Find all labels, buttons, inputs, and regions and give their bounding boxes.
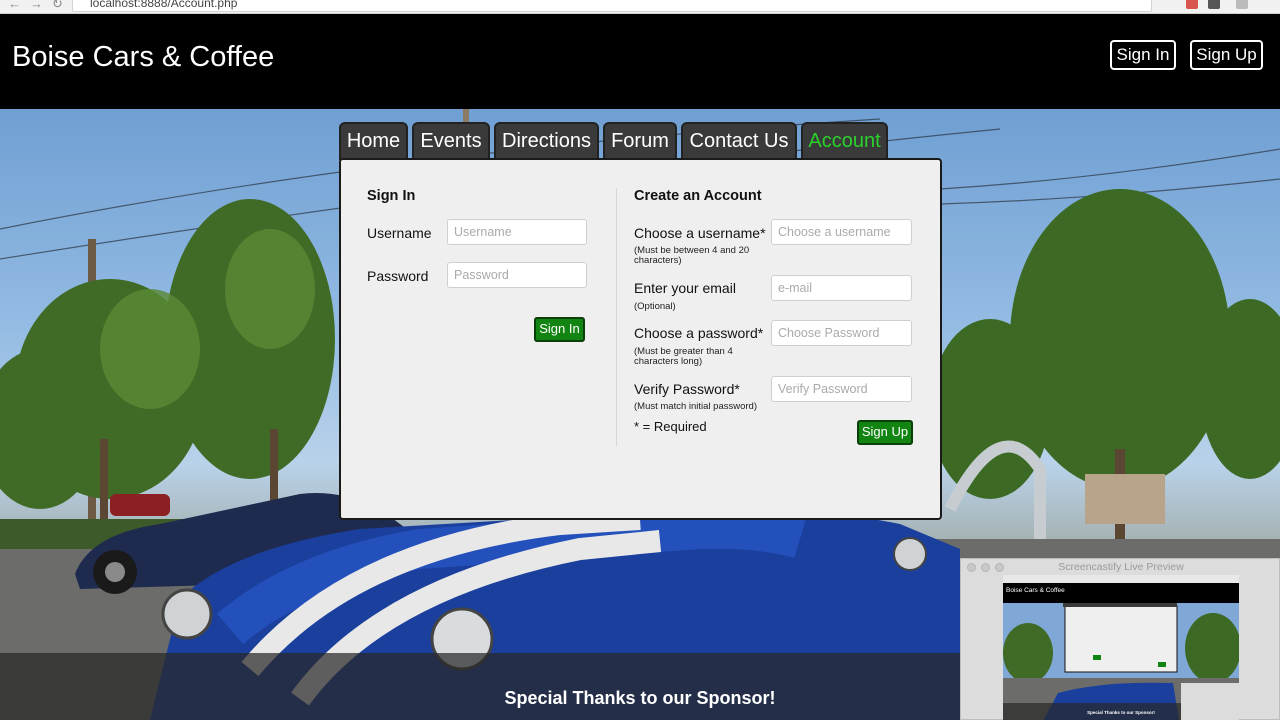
create-account-heading: Create an Account [634, 188, 762, 204]
sign-in-button[interactable]: Sign In [534, 317, 585, 342]
tab-forum[interactable]: Forum [603, 122, 677, 160]
password-input[interactable] [447, 262, 587, 288]
tab-directions[interactable]: Directions [494, 122, 599, 160]
password-hint: (Must be greater than 4 characters long) [634, 346, 733, 367]
required-note: * = Required [634, 419, 707, 434]
preview-title: Screencastify Live Preview [1058, 561, 1184, 573]
mini-footer-text: Special Thanks to our Sponsor! [1087, 710, 1155, 715]
account-panel: Sign In Username Password Sign In Create… [339, 158, 942, 520]
username-label: Username [367, 225, 432, 241]
header-sign-in-button[interactable]: Sign In [1110, 40, 1176, 70]
tab-account[interactable]: Account [801, 122, 888, 160]
reload-icon[interactable]: ↻ [52, 0, 63, 12]
sign-in-heading: Sign In [367, 188, 416, 204]
verify-password-input[interactable] [771, 376, 912, 402]
choose-password-input[interactable] [771, 320, 912, 346]
username-input[interactable] [447, 219, 587, 245]
tab-contact-us[interactable]: Contact Us [681, 122, 797, 160]
extension-icon[interactable] [1208, 0, 1220, 9]
address-bar-text: localhost:8888/Account.php [90, 0, 238, 10]
password-label: Password [367, 268, 429, 284]
choose-username-label: Choose a username* [634, 225, 766, 241]
verify-password-label: Verify Password* [634, 381, 740, 397]
forward-icon[interactable]: → [30, 0, 43, 11]
tab-home[interactable]: Home [339, 122, 408, 160]
preview-thumbnail: Boise Cars & Coffee Special Thanks to ou… [1003, 575, 1239, 720]
back-icon[interactable]: ← [8, 0, 21, 11]
browser-toolbar: ← → ↻ localhost:8888/Account.php [0, 0, 1280, 14]
email-hint: (Optional) [634, 301, 676, 312]
choose-password-label: Choose a password* [634, 325, 764, 341]
panel-divider [616, 188, 617, 446]
email-input[interactable] [771, 275, 912, 301]
menu-icon[interactable] [1236, 0, 1248, 9]
mini-site-title: Boise Cars & Coffee [1006, 587, 1065, 594]
screencastify-preview-window[interactable]: Screencastify Live Preview Boise Cars & … [960, 558, 1280, 720]
username-hint: (Must be between 4 and 20 characters) [634, 245, 750, 266]
sign-up-button[interactable]: Sign Up [857, 420, 913, 445]
header-sign-up-button[interactable]: Sign Up [1190, 40, 1263, 70]
extension-icon[interactable] [1186, 0, 1198, 9]
site-header: Boise Cars & Coffee Sign In Sign Up [0, 14, 1280, 109]
verify-password-hint: (Must match initial password) [634, 401, 758, 412]
email-label: Enter your email [634, 280, 736, 296]
mini-header: Boise Cars & Coffee [1003, 583, 1239, 603]
mini-browser-bar [1003, 575, 1239, 583]
tab-events[interactable]: Events [412, 122, 490, 160]
mini-scene-icon [1003, 603, 1239, 720]
choose-username-input[interactable] [771, 219, 912, 245]
site-title: Boise Cars & Coffee [12, 41, 275, 73]
